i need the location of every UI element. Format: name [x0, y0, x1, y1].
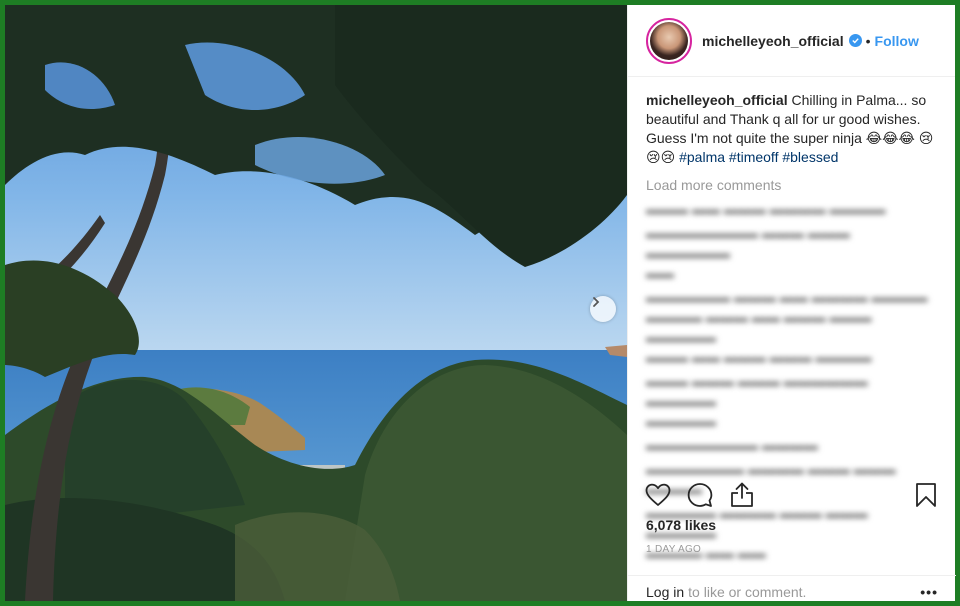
avatar-image — [650, 21, 688, 60]
share-icon — [731, 482, 753, 507]
username-link[interactable]: michelleyeoh_official — [702, 33, 844, 49]
follow-button[interactable]: Follow — [875, 33, 919, 49]
hashtag-blessed[interactable]: #blessed — [782, 149, 838, 165]
like-button[interactable] — [642, 479, 674, 511]
hashtag-timeoff[interactable]: #timeoff — [729, 149, 779, 165]
blurred-comment-2: ▬▬▬▬▬▬▬▬ ▬▬▬ ▬▬▬ ▬▬▬▬▬▬ ▬▬ — [646, 225, 850, 281]
next-photo-button[interactable] — [590, 296, 616, 322]
blurred-comment-4: ▬▬▬ ▬▬▬ ▬▬▬ ▬▬▬▬▬▬ ▬▬▬▬▬ ▬▬▬▬▬ — [646, 373, 868, 429]
login-bar: Log in to like or comment. ••• — [628, 575, 956, 601]
separator-dot: • — [865, 32, 871, 49]
login-link[interactable]: Log in — [646, 584, 684, 600]
likes-count[interactable]: 6,078 likes — [646, 517, 716, 533]
post-photo[interactable] — [5, 5, 627, 601]
post-frame: michelleyeoh_official • Follow michelley… — [0, 0, 960, 606]
comment-icon — [687, 483, 713, 507]
post-caption: michelleyeoh_official Chilling in Palma.… — [628, 77, 955, 167]
hashtag-palma[interactable]: #palma — [679, 149, 725, 165]
more-options-button[interactable]: ••• — [920, 584, 938, 600]
action-bar — [628, 475, 956, 515]
post-sidebar: michelleyeoh_official • Follow michelley… — [627, 5, 956, 601]
save-button[interactable] — [910, 479, 942, 511]
caption-username[interactable]: michelleyeoh_official — [646, 92, 788, 108]
post-container: michelleyeoh_official • Follow michelley… — [5, 5, 956, 601]
post-timestamp: 1 DAY AGO — [646, 544, 702, 555]
chevron-right-icon — [593, 297, 600, 307]
landscape-image — [5, 5, 627, 601]
avatar[interactable] — [646, 17, 692, 64]
comment-button[interactable] — [684, 479, 716, 511]
post-header: michelleyeoh_official • Follow — [628, 5, 955, 77]
blurred-comment-3: ▬▬▬▬▬▬ ▬▬▬ ▬▬ ▬▬▬▬ ▬▬▬▬ ▬▬▬▬ ▬▬▬ ▬▬ ▬▬▬ ▬… — [646, 289, 928, 365]
share-button[interactable] — [726, 479, 758, 511]
login-prompt-text: to like or comment. — [688, 583, 807, 600]
load-more-comments-link[interactable]: Load more comments — [628, 167, 955, 193]
blurred-comment-5: ▬▬▬▬▬▬▬▬ ▬▬▬▬ — [646, 437, 818, 453]
bookmark-icon — [916, 483, 936, 507]
verified-badge-icon — [848, 34, 862, 47]
blurred-comment-1: ▬▬▬ ▬▬ ▬▬▬ ▬▬▬▬ ▬▬▬▬ — [646, 201, 886, 217]
heart-icon — [645, 483, 671, 506]
